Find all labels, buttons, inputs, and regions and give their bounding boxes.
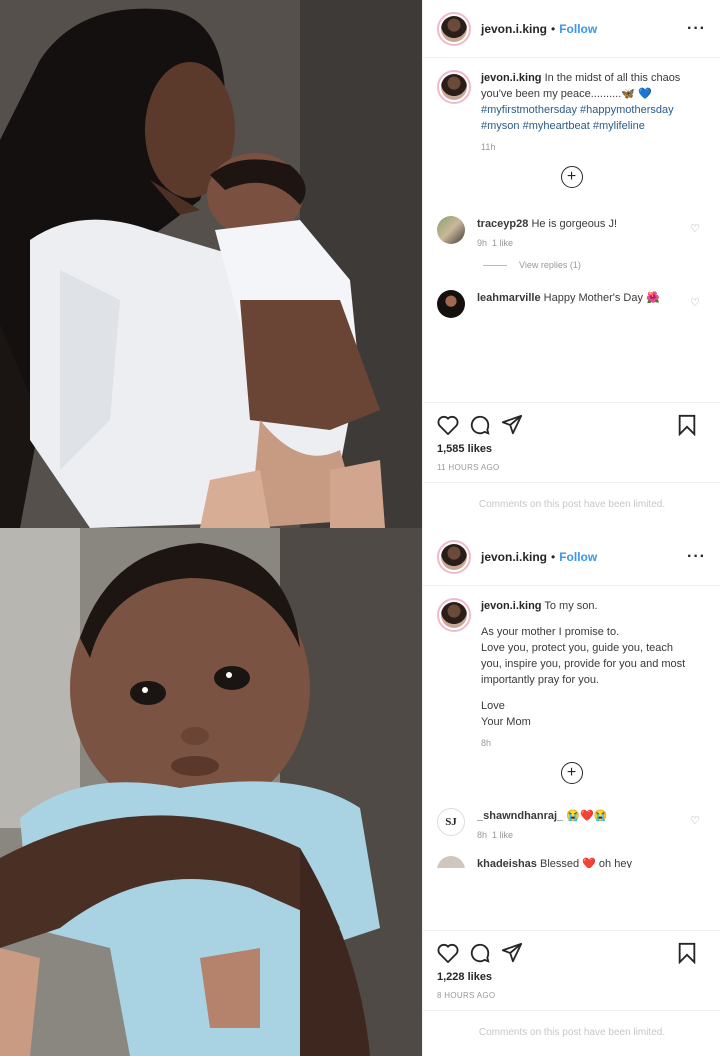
comment-likes[interactable]: 1 like — [492, 238, 513, 248]
post-1: jevon.i.king • Follow ··· jevon.i.king I… — [0, 0, 720, 528]
comment-likes[interactable]: 1 like — [492, 830, 513, 840]
post-timestamp: 8 HOURS AGO — [437, 991, 496, 1000]
comment-body: Blessed ❤️ oh hey — [539, 858, 632, 868]
commenter-avatar[interactable] — [437, 856, 465, 868]
share-icon[interactable] — [501, 414, 523, 436]
comment: khadeishas Blessed ❤️ oh hey — [423, 856, 720, 868]
separator-dot: • — [551, 549, 556, 564]
post-header: jevon.i.king • Follow ··· — [423, 0, 720, 58]
comment: leahmarville Happy Mother's Day 🌺 ♡ — [423, 290, 720, 318]
likes-count[interactable]: 1,585 likes — [437, 443, 707, 455]
like-comment-heart-icon[interactable]: ♡ — [690, 222, 700, 235]
post-timestamp: 11 HOURS AGO — [437, 463, 500, 472]
caption-username[interactable]: jevon.i.king — [481, 72, 542, 84]
comment-username[interactable]: _shawndhanraj_ — [477, 810, 563, 822]
caption-timestamp: 11h — [481, 142, 496, 152]
post-1-photo[interactable] — [0, 0, 422, 528]
comment-text: _shawndhanraj_ 😭❤️😭 — [477, 808, 677, 824]
comment-body: Happy Mother's Day 🌺 — [543, 292, 660, 304]
caption-line: Your Mom — [481, 716, 531, 728]
follow-button[interactable]: Follow — [559, 550, 597, 564]
heart-icon[interactable] — [437, 943, 459, 963]
comment-username[interactable]: leahmarville — [477, 292, 541, 304]
view-replies-link[interactable]: View replies (1) — [423, 260, 720, 270]
post-actions: 1,228 likes 8 HOURS AGO — [423, 930, 720, 1000]
comment-username[interactable]: traceyp28 — [477, 218, 528, 230]
likes-count[interactable]: 1,228 likes — [437, 971, 707, 983]
bookmark-icon[interactable] — [677, 942, 697, 964]
avatar[interactable] — [437, 539, 471, 574]
caption-line: Love — [481, 700, 505, 712]
commenter-avatar[interactable] — [437, 216, 465, 244]
post-2-sidebar: jevon.i.king • Follow ··· jevon.i.king T… — [422, 528, 720, 1056]
caption-text: jevon.i.king In the midst of all this ch… — [481, 70, 706, 134]
avatar[interactable] — [437, 70, 471, 104]
caption-line: As your mother I promise to. — [481, 626, 620, 638]
comments-limited-notice: Comments on this post have been limited. — [423, 482, 720, 528]
comment-text: khadeishas Blessed ❤️ oh hey — [477, 856, 677, 868]
comment-body: 😭❤️😭 — [566, 810, 608, 822]
comment-meta: 8h 1 like — [477, 830, 677, 840]
post-1-sidebar: jevon.i.king • Follow ··· jevon.i.king I… — [422, 0, 720, 528]
comments-limited-notice: Comments on this post have been limited. — [423, 1010, 720, 1056]
username-link[interactable]: jevon.i.king — [481, 22, 547, 36]
comment-time: 9h — [477, 238, 488, 248]
caption-hashtags[interactable]: #myfirstmothersday #happymothersday #mys… — [481, 104, 674, 132]
share-icon[interactable] — [501, 942, 523, 964]
avatar[interactable] — [437, 598, 471, 632]
caption-timestamp: 8h — [481, 738, 492, 748]
follow-button[interactable]: Follow — [559, 22, 597, 36]
post-caption: jevon.i.king In the midst of all this ch… — [423, 58, 720, 152]
more-options-icon[interactable]: ··· — [687, 548, 706, 566]
post-caption: jevon.i.king To my son. As your mother I… — [423, 586, 720, 748]
comment-text: traceyp28 He is gorgeous J! — [477, 216, 677, 232]
caption-username[interactable]: jevon.i.king — [481, 600, 542, 612]
like-comment-heart-icon[interactable]: ♡ — [690, 296, 700, 309]
post-2: jevon.i.king • Follow ··· jevon.i.king T… — [0, 528, 720, 1056]
separator-dot: • — [551, 21, 556, 36]
like-comment-heart-icon[interactable]: ♡ — [690, 814, 700, 827]
comment-icon[interactable] — [469, 942, 491, 964]
post-2-photo[interactable] — [0, 528, 422, 1056]
comment-meta: 9h 1 like — [477, 238, 677, 248]
post-header: jevon.i.king • Follow ··· — [423, 528, 720, 586]
comment-icon[interactable] — [469, 414, 491, 436]
caption-line: Love you, protect you, guide you, teach … — [481, 642, 686, 686]
comment-time: 8h — [477, 830, 488, 840]
commenter-avatar[interactable]: SJ — [437, 808, 465, 836]
comment: traceyp28 He is gorgeous J! 9h 1 like ♡ — [423, 216, 720, 248]
comment-username[interactable]: khadeishas — [477, 858, 537, 868]
post-actions: 1,585 likes 11 HOURS AGO — [423, 402, 720, 472]
caption-line: To my son. — [544, 600, 598, 612]
plus-circle-icon[interactable]: + — [560, 762, 583, 784]
caption-text: jevon.i.king To my son. — [481, 598, 693, 614]
username-link[interactable]: jevon.i.king — [481, 550, 547, 564]
more-options-icon[interactable]: ··· — [687, 20, 706, 38]
comment: SJ _shawndhanraj_ 😭❤️😭 8h 1 like ♡ — [423, 808, 720, 840]
heart-icon[interactable] — [437, 415, 459, 435]
plus-circle-icon[interactable]: + — [560, 166, 583, 188]
view-replies-label[interactable]: View replies (1) — [519, 260, 581, 270]
comment-text: leahmarville Happy Mother's Day 🌺 — [477, 290, 677, 306]
bookmark-icon[interactable] — [677, 414, 697, 436]
comment-body: He is gorgeous J! — [531, 218, 618, 230]
commenter-avatar[interactable] — [437, 290, 465, 318]
avatar[interactable] — [437, 11, 471, 46]
